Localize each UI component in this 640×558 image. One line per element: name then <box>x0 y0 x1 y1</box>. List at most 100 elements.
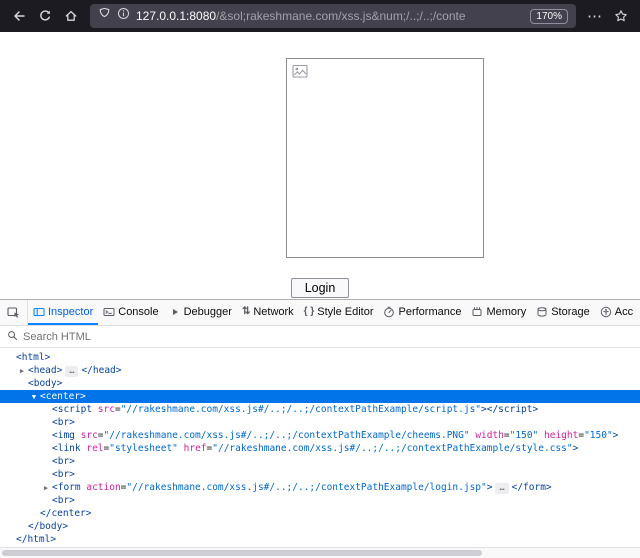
devtools-tabbar: Inspector Console Debugger ⇅ Network { }… <box>0 300 640 326</box>
markup-node-row[interactable]: <html> <box>0 351 640 364</box>
markup-token-attr: src <box>81 430 98 441</box>
markup-token-tag: <img <box>52 430 75 441</box>
markup-token-value: "//rakeshmane.com/xss.js#/..;/..;/contex… <box>121 404 481 415</box>
markup-token-attr: rel <box>86 443 103 454</box>
markup-token-value: "150" <box>584 430 613 441</box>
markup-token-value: "150" <box>510 430 539 441</box>
markup-token-tag: </center> <box>40 508 91 519</box>
markup-token-tag: <br> <box>52 417 75 428</box>
tab-memory[interactable]: Memory <box>466 300 531 325</box>
tab-label: Inspector <box>48 306 93 318</box>
tab-label: Debugger <box>184 306 232 318</box>
collapsed-ellipsis-badge[interactable]: … <box>65 366 78 377</box>
horizontal-scrollbar[interactable] <box>0 547 640 558</box>
markup-token-tag: <form <box>52 482 81 493</box>
markup-token-tag: </body> <box>28 521 68 532</box>
inspector-icon <box>33 306 45 318</box>
markup-node-row[interactable]: <body> <box>0 377 640 390</box>
expand-arrow-icon[interactable]: ▼ <box>28 391 40 404</box>
page-actions-menu-icon[interactable]: ⋯ <box>582 4 608 28</box>
bookmark-star-icon[interactable] <box>608 4 634 28</box>
markup-token-tag: <br> <box>52 456 75 467</box>
tab-label: Storage <box>551 306 590 318</box>
url-domain: 127.0.0.1:8080 <box>136 9 216 23</box>
tab-storage[interactable]: Storage <box>531 300 595 325</box>
tab-console[interactable]: Console <box>98 300 163 325</box>
markup-token-tag: <script <box>52 404 92 415</box>
markup-token-tag: <html> <box>16 352 50 363</box>
markup-tree: <html>▶<head>…</head><body>▼<center><scr… <box>0 348 640 547</box>
storage-icon <box>536 306 548 318</box>
markup-token-attr: src <box>98 404 115 415</box>
reload-icon[interactable] <box>32 4 58 28</box>
markup-node-row[interactable]: <br> <box>0 416 640 429</box>
markup-token-value: "stylesheet" <box>109 443 178 454</box>
markup-token-tag: </html> <box>16 534 56 545</box>
zoom-level-button[interactable]: 170% <box>530 9 568 24</box>
markup-node-row[interactable]: </center> <box>0 507 640 520</box>
markup-node-row[interactable]: </body> <box>0 520 640 533</box>
markup-node-row[interactable]: <br> <box>0 468 640 481</box>
html-search-bar <box>0 326 640 348</box>
login-button[interactable]: Login <box>291 278 349 298</box>
markup-token-attr: height <box>544 430 578 441</box>
markup-token-tag: <head> <box>28 365 62 376</box>
tab-label: Performance <box>398 306 461 318</box>
collapsed-ellipsis-badge[interactable]: … <box>495 483 508 494</box>
markup-token-value: "//rakeshmane.com/xss.js#/..;/..;/contex… <box>212 443 572 454</box>
debugger-icon <box>169 306 181 318</box>
url-text: 127.0.0.1:8080/&sol;rakeshmane.com/xss.j… <box>136 9 524 23</box>
markup-token-tag: <body> <box>28 378 62 389</box>
scrollbar-thumb[interactable] <box>2 550 482 556</box>
browser-window: 127.0.0.1:8080/&sol;rakeshmane.com/xss.j… <box>0 0 640 558</box>
search-html-input[interactable] <box>23 331 633 343</box>
tab-inspector[interactable]: Inspector <box>28 300 98 325</box>
tab-debugger[interactable]: Debugger <box>164 300 237 325</box>
devtools-panel: Inspector Console Debugger ⇅ Network { }… <box>0 299 640 558</box>
tab-label: Memory <box>486 306 526 318</box>
shield-icon[interactable] <box>98 7 111 25</box>
markup-node-row[interactable]: </html> <box>0 533 640 546</box>
console-icon <box>103 306 115 318</box>
markup-node-row[interactable]: ▶<head>…</head> <box>0 364 640 377</box>
tab-style-editor[interactable]: { } Style Editor <box>299 300 379 325</box>
tab-label: Style Editor <box>317 306 373 318</box>
markup-token-tag: <center> <box>40 391 86 402</box>
info-icon[interactable] <box>117 7 130 25</box>
tab-label: Console <box>118 306 158 318</box>
markup-node-row[interactable]: <br> <box>0 494 640 507</box>
markup-node-row[interactable]: <link rel="stylesheet" href="//rakeshman… <box>0 442 640 455</box>
markup-node-row[interactable]: <script src="//rakeshmane.com/xss.js#/..… <box>0 403 640 416</box>
url-path: /&sol;rakeshmane.com/xss.js&num;/..;/..;… <box>216 9 465 23</box>
markup-token-tag: ></script> <box>481 404 538 415</box>
style-editor-icon: { } <box>304 306 315 317</box>
network-icon: ⇅ <box>242 306 250 317</box>
home-icon[interactable] <box>58 4 84 28</box>
back-icon[interactable] <box>6 4 32 28</box>
url-bar[interactable]: 127.0.0.1:8080/&sol;rakeshmane.com/xss.j… <box>90 4 576 28</box>
markup-token-tag: <br> <box>52 469 75 480</box>
markup-token-value: "//rakeshmane.com/xss.js#/..;/..;/contex… <box>126 482 486 493</box>
search-icon <box>7 328 18 346</box>
markup-token-tag: > <box>573 443 579 454</box>
performance-icon <box>383 306 395 318</box>
pick-element-icon[interactable] <box>0 300 28 325</box>
markup-token-tag: <link <box>52 443 81 454</box>
tab-performance[interactable]: Performance <box>378 300 466 325</box>
page-content: Login <box>0 32 640 299</box>
tab-accessibility[interactable]: Acc <box>595 300 638 325</box>
markup-token-tag: </head> <box>81 365 121 376</box>
markup-node-row[interactable]: <img src="//rakeshmane.com/xss.js#/..;/.… <box>0 429 640 442</box>
markup-node-row[interactable]: ▶<form action="//rakeshmane.com/xss.js#/… <box>0 481 640 494</box>
memory-icon <box>471 306 483 318</box>
broken-image-icon <box>292 64 309 84</box>
tab-label: Network <box>253 306 293 318</box>
accessibility-icon <box>600 306 612 318</box>
markup-node-row[interactable]: <br> <box>0 455 640 468</box>
markup-token-value: "//rakeshmane.com/xss.js#/..;/..;/contex… <box>104 430 470 441</box>
markup-token-attr: href <box>184 443 207 454</box>
tab-network[interactable]: ⇅ Network <box>237 300 299 325</box>
markup-token-tag: > <box>613 430 619 441</box>
markup-node-row-selected[interactable]: ▼<center> <box>0 390 640 403</box>
markup-token-attr: width <box>475 430 504 441</box>
